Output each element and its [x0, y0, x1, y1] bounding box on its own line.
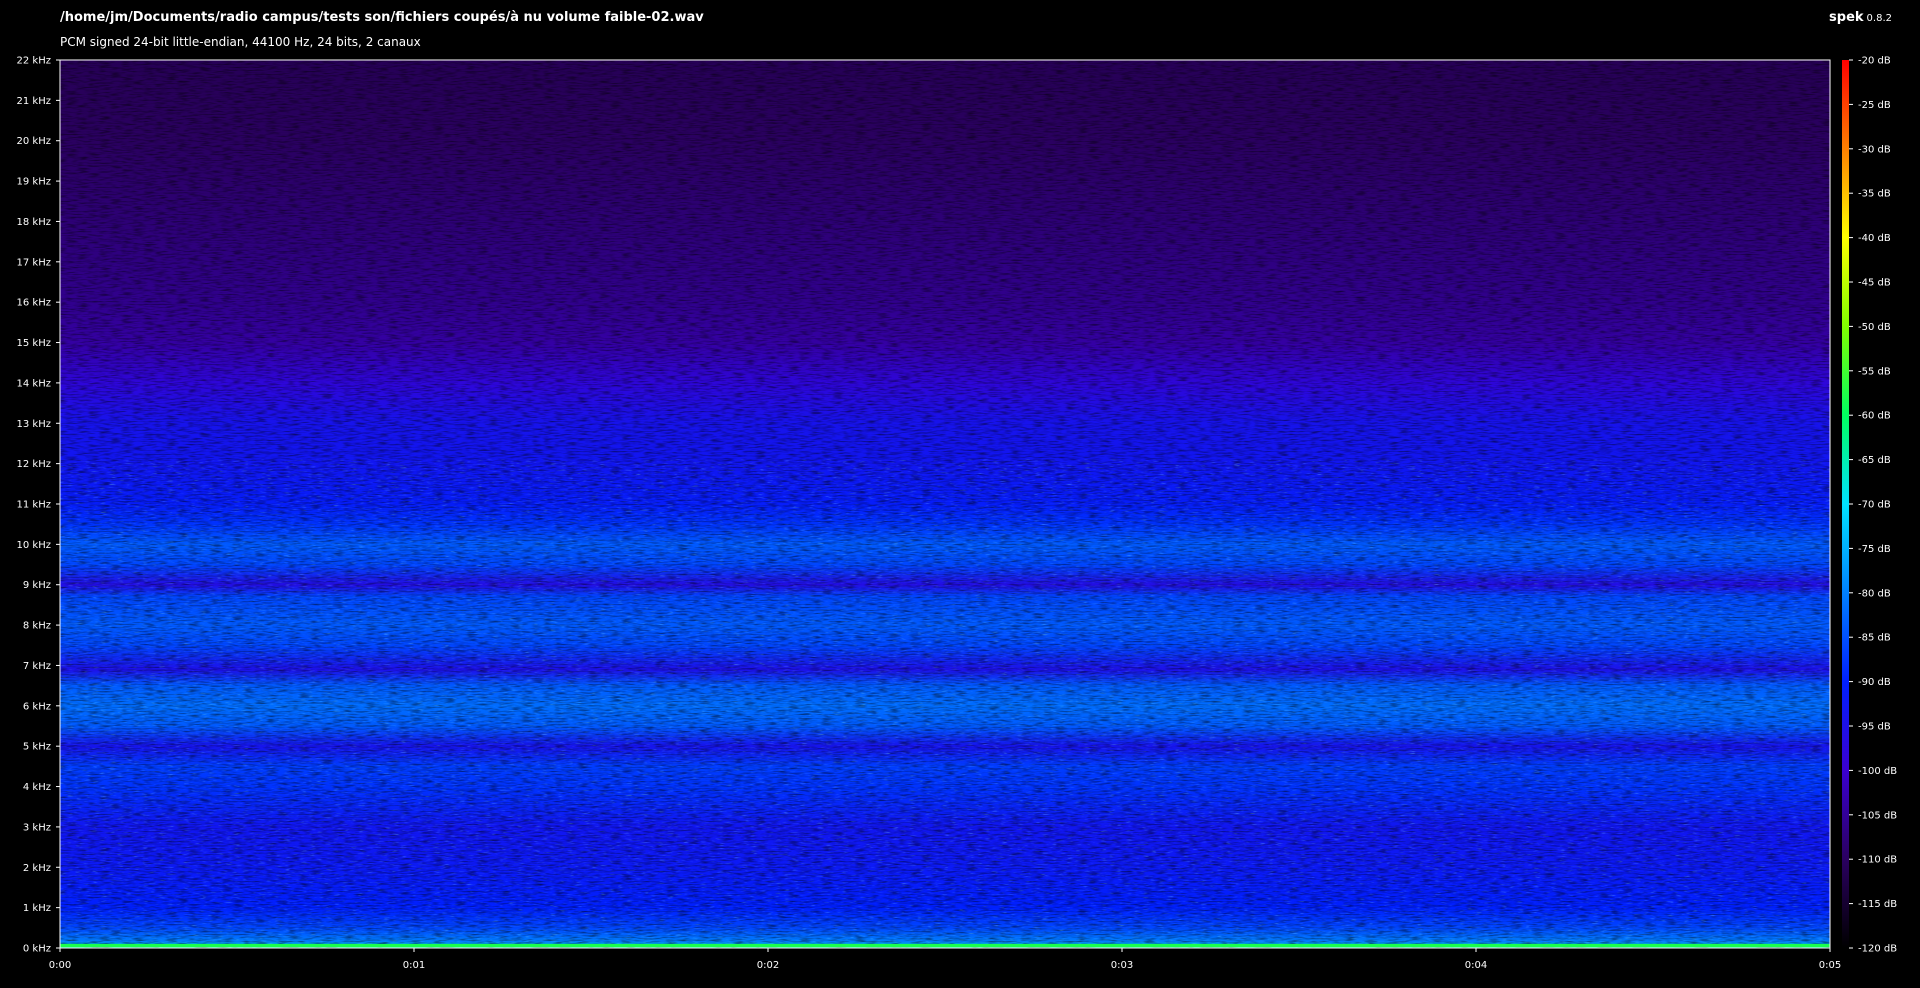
y-tick-label: 3 kHz: [23, 822, 51, 833]
db-tick-label: -95 dB: [1858, 722, 1891, 733]
x-tick-label: 0:02: [757, 960, 779, 971]
spek-window: /home/jm/Documents/radio campus/tests so…: [0, 0, 1920, 988]
db-tick-label: -60 dB: [1858, 411, 1891, 422]
db-tick-label: -55 dB: [1858, 366, 1891, 377]
db-tick-label: -90 dB: [1858, 677, 1891, 688]
y-tick-label: 9 kHz: [23, 580, 51, 591]
y-tick-label: 12 kHz: [17, 459, 51, 470]
db-tick-label: -100 dB: [1858, 766, 1897, 777]
x-tick-label: 0:00: [49, 960, 71, 971]
y-tick-label: 22 kHz: [17, 56, 51, 67]
y-tick-label: 16 kHz: [17, 298, 51, 309]
db-tick-label: -25 dB: [1858, 100, 1891, 111]
y-tick-label: 15 kHz: [17, 338, 51, 349]
y-tick-label: 7 kHz: [23, 661, 51, 672]
db-tick-label: -110 dB: [1858, 855, 1897, 866]
spectrogram-plot: [60, 60, 1830, 948]
db-scale-gradient: [1842, 60, 1849, 948]
db-tick-label: -20 dB: [1858, 56, 1891, 67]
y-tick-label: 11 kHz: [17, 500, 51, 511]
db-tick-label: -105 dB: [1858, 810, 1897, 821]
db-tick-label: -50 dB: [1858, 322, 1891, 333]
x-tick-label: 0:03: [1111, 960, 1133, 971]
y-tick-label: 14 kHz: [17, 378, 51, 389]
y-tick-label: 2 kHz: [23, 863, 51, 874]
y-tick-label: 5 kHz: [23, 742, 51, 753]
db-tick-label: -35 dB: [1858, 189, 1891, 200]
x-tick-label: 0:05: [1819, 960, 1841, 971]
db-tick-label: -115 dB: [1858, 899, 1897, 910]
db-tick-label: -40 dB: [1858, 233, 1891, 244]
db-scale-bar: -20 dB -25 dB -30 dB -35 dB -40 dB -45 dB -50 …: [1842, 56, 1897, 955]
db-tick-label: -80 dB: [1858, 588, 1891, 599]
db-tick-label: -70 dB: [1858, 500, 1891, 511]
db-tick-label: -85 dB: [1858, 633, 1891, 644]
x-tick-label: 0:01: [403, 960, 425, 971]
y-tick-label: 20 kHz: [17, 136, 51, 147]
y-tick-label: 17 kHz: [17, 257, 51, 268]
y-tick-label: 21 kHz: [17, 96, 51, 107]
y-tick-label: 10 kHz: [17, 540, 51, 551]
db-tick-label: -65 dB: [1858, 455, 1891, 466]
spectrogram-chart: 0 kHz 1 kHz 2 kHz 3 kHz 4 kHz 5 kHz 6 kHz 7 kHz…: [17, 56, 1898, 972]
y-tick-label: 18 kHz: [17, 217, 51, 228]
db-tick-label: -75 dB: [1858, 544, 1891, 555]
y-tick-label: 19 kHz: [17, 177, 51, 188]
low-frequency-band: [60, 944, 1830, 947]
y-tick-label: 1 kHz: [23, 903, 51, 914]
spectrogram-highlight-texture: [60, 459, 1830, 948]
y-tick-label: 8 kHz: [23, 621, 51, 632]
y-tick-label: 4 kHz: [23, 782, 51, 793]
db-tick-label: -45 dB: [1858, 278, 1891, 289]
y-tick-label: 6 kHz: [23, 701, 51, 712]
y-tick-label: 0 kHz: [23, 944, 51, 955]
y-tick-label: 13 kHz: [17, 419, 51, 430]
db-tick-label: -120 dB: [1858, 944, 1897, 955]
x-tick-label: 0:04: [1465, 960, 1487, 971]
db-tick-label: -30 dB: [1858, 144, 1891, 155]
